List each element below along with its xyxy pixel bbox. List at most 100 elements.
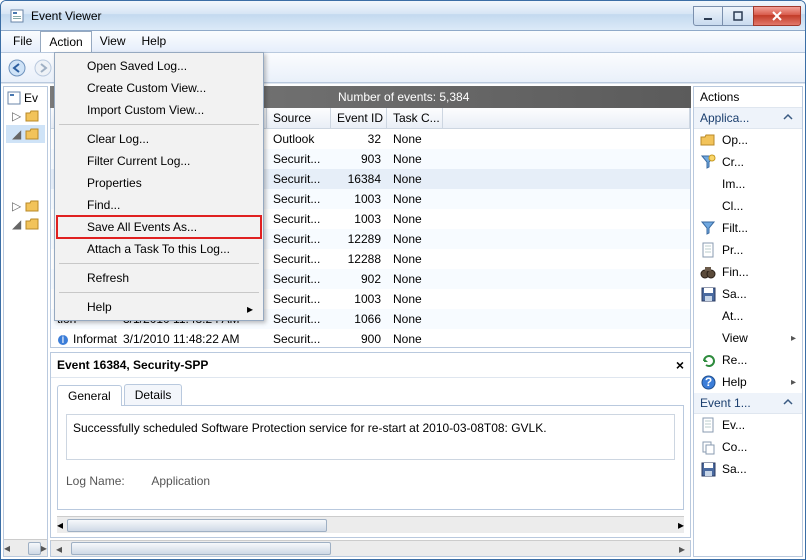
action-co[interactable]: Co...: [694, 436, 802, 458]
cell-taskcat: None: [387, 310, 443, 328]
menu-action[interactable]: Action: [40, 31, 91, 52]
tab-general[interactable]: General: [57, 385, 122, 406]
cell-source: Securit...: [267, 310, 331, 328]
cell-eventid: 1003: [331, 190, 387, 208]
menu-item-attach-a-task-to-this-log[interactable]: Attach a Task To this Log...: [57, 238, 261, 260]
tab-details[interactable]: Details: [124, 384, 183, 405]
folder-icon: [24, 126, 40, 142]
action-label: Cl...: [722, 199, 796, 213]
detail-hscroll[interactable]: ◂ ▸: [57, 516, 684, 533]
menu-item-clear-log[interactable]: Clear Log...: [57, 128, 261, 150]
tree-expander-icon[interactable]: ◢: [12, 217, 22, 231]
action-fin[interactable]: Fin...: [694, 261, 802, 283]
cell-taskcat: None: [387, 150, 443, 168]
menu-item-help[interactable]: Help▸: [57, 296, 261, 318]
action-label: At...: [722, 309, 796, 323]
titlebar[interactable]: Event Viewer: [1, 1, 805, 31]
maximize-button[interactable]: [723, 6, 753, 26]
menu-file[interactable]: File: [5, 31, 40, 52]
action-at[interactable]: At...: [694, 305, 802, 327]
action-cr[interactable]: Cr...: [694, 151, 802, 173]
tree-pane: Ev ▷ ◢ ▷ ◢ ◂▸: [3, 86, 48, 557]
save-icon: [700, 286, 716, 302]
menu-item-properties[interactable]: Properties: [57, 172, 261, 194]
menu-item-create-custom-view[interactable]: Create Custom View...: [57, 77, 261, 99]
action-pr[interactable]: Pr...: [694, 239, 802, 261]
tree-expander-icon[interactable]: ▷: [12, 109, 22, 123]
blank-icon: [700, 176, 716, 192]
tree-node[interactable]: [6, 179, 45, 197]
col-eventid[interactable]: Event ID: [331, 108, 387, 128]
cell-eventid: 1066: [331, 310, 387, 328]
tree-node[interactable]: ▷: [6, 197, 45, 215]
tree-expander-icon[interactable]: ◢: [12, 127, 22, 141]
action-view[interactable]: View ▸: [694, 327, 802, 349]
tree-node[interactable]: ◢: [6, 215, 45, 233]
events-hscroll[interactable]: ◂ ▸: [50, 540, 691, 557]
action-ev[interactable]: Ev...: [694, 414, 802, 436]
action-label: Im...: [722, 177, 796, 191]
svg-text:?: ?: [704, 375, 711, 389]
minimize-button[interactable]: [693, 6, 723, 26]
action-label: Help: [722, 375, 785, 389]
event-row[interactable]: iInformation3/1/2010 11:48:22 AMSecurit.…: [51, 329, 690, 347]
prop-logname-label: Log Name:: [66, 474, 125, 488]
tree-node[interactable]: [6, 143, 45, 161]
cell-taskcat: None: [387, 270, 443, 288]
action-sa[interactable]: Sa...: [694, 283, 802, 305]
action-sa[interactable]: Sa...: [694, 458, 802, 480]
tree-node[interactable]: [6, 161, 45, 179]
cell-taskcat: None: [387, 210, 443, 228]
cell-datetime: 3/1/2010 11:48:22 AM: [117, 330, 267, 347]
action-im[interactable]: Im...: [694, 173, 802, 195]
detail-close-icon[interactable]: ×: [676, 357, 684, 373]
tree-root[interactable]: Ev: [6, 89, 45, 107]
action-menu-dropdown: Open Saved Log...Create Custom View...Im…: [54, 52, 264, 321]
action-cl[interactable]: Cl...: [694, 195, 802, 217]
detail-title: Event 16384, Security-SPP: [57, 358, 676, 372]
tab-general-pane: Successfully scheduled Software Protecti…: [57, 405, 684, 510]
actions-group-application[interactable]: Applica...: [694, 108, 802, 129]
action-label: Sa...: [722, 287, 796, 301]
menu-view[interactable]: View: [92, 31, 134, 52]
action-label: Filt...: [722, 221, 796, 235]
menu-separator: [59, 263, 259, 264]
save-icon: [700, 461, 716, 477]
tree-node[interactable]: ◢: [6, 125, 45, 143]
folder-icon: [24, 108, 40, 124]
col-taskcat[interactable]: Task C...: [387, 108, 443, 128]
submenu-arrow-icon: ▸: [791, 333, 796, 344]
col-source[interactable]: Source: [267, 108, 331, 128]
menu-item-save-all-events-as[interactable]: Save All Events As...: [57, 216, 261, 238]
menu-help[interactable]: Help: [134, 31, 175, 52]
menu-item-refresh[interactable]: Refresh: [57, 267, 261, 289]
actions-group-event[interactable]: Event 1...: [694, 393, 802, 414]
forward-button[interactable]: [31, 56, 55, 80]
tree-node[interactable]: ▷: [6, 107, 45, 125]
folder-icon: [24, 198, 40, 214]
action-help[interactable]: ?Help▸: [694, 371, 802, 393]
tree-hscroll[interactable]: ◂▸: [4, 539, 47, 556]
funnel-icon: [700, 220, 716, 236]
tree-expander-icon[interactable]: ▷: [12, 199, 22, 213]
action-label: View: [722, 331, 785, 345]
menu-item-find[interactable]: Find...: [57, 194, 261, 216]
menu-item-filter-current-log[interactable]: Filter Current Log...: [57, 150, 261, 172]
cell-taskcat: None: [387, 290, 443, 308]
cell-eventid: 12289: [331, 230, 387, 248]
back-button[interactable]: [5, 56, 29, 80]
menu-item-open-saved-log[interactable]: Open Saved Log...: [57, 55, 261, 77]
action-op[interactable]: Op...: [694, 129, 802, 151]
info-icon: i: [57, 334, 71, 346]
close-button[interactable]: [753, 6, 801, 26]
cell-eventid: 12288: [331, 250, 387, 268]
action-re[interactable]: Re...: [694, 349, 802, 371]
svg-text:i: i: [62, 334, 65, 346]
cell-eventid: 32: [331, 130, 387, 148]
cell-source: Securit...: [267, 230, 331, 248]
folder-icon: [24, 180, 40, 196]
cell-eventid: 16384: [331, 170, 387, 188]
menubar: File Action View Help: [1, 31, 805, 53]
menu-item-import-custom-view[interactable]: Import Custom View...: [57, 99, 261, 121]
action-filt[interactable]: Filt...: [694, 217, 802, 239]
